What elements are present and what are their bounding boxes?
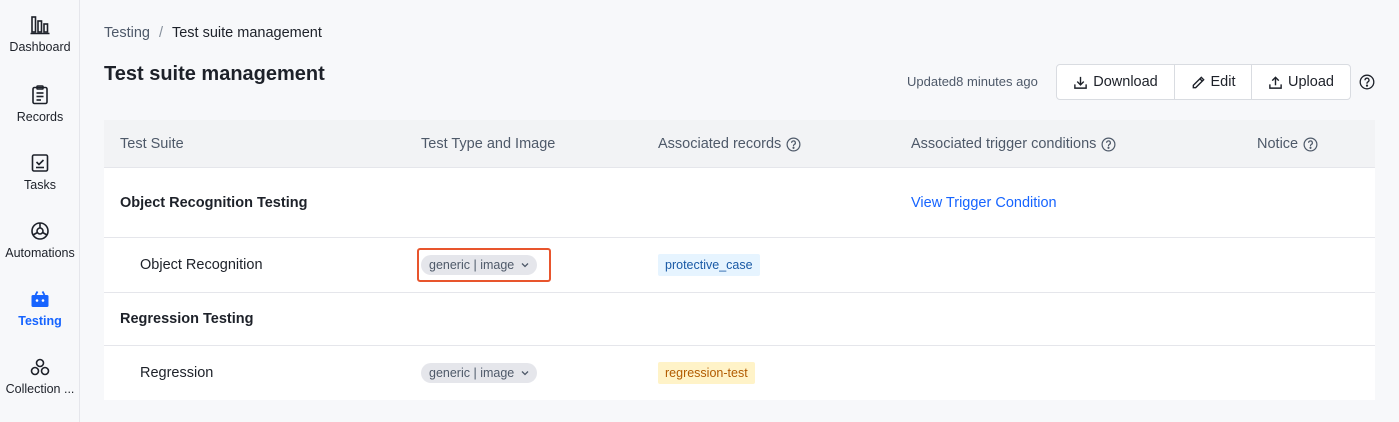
column-header-test-type: Test Type and Image	[421, 136, 556, 152]
view-trigger-condition-link[interactable]: View Trigger Condition	[911, 195, 1057, 211]
chevron-down-icon	[521, 263, 529, 268]
column-header-notice: Notice	[1257, 120, 1318, 168]
collection-icon	[29, 356, 51, 378]
task-checklist-icon	[29, 152, 51, 174]
edit-button-label: Edit	[1210, 74, 1236, 90]
sidebar-item-label: Records	[16, 110, 64, 124]
table-header: Test Suite Test Type and Image Associate…	[104, 120, 1375, 168]
upload-button[interactable]: Upload	[1251, 65, 1350, 99]
toolbar-button-group: Download Edit Upload	[1056, 64, 1351, 100]
download-icon	[1074, 76, 1088, 89]
table-group-row: Object Recognition Testing View Trigger …	[104, 168, 1375, 238]
sidebar-item-label: Tasks	[24, 178, 56, 192]
breadcrumb-current: Test suite management	[171, 25, 322, 41]
help-icon[interactable]	[1303, 137, 1318, 152]
testing-icon	[29, 288, 51, 310]
page-title: Test suite management	[104, 63, 325, 85]
sidebar-item-collection[interactable]: Collection ...	[0, 356, 80, 416]
column-header-test-suite: Test Suite	[120, 136, 184, 152]
edit-button[interactable]: Edit	[1174, 65, 1251, 99]
upload-icon	[1269, 75, 1282, 89]
sidebar-item-label: Collection ...	[5, 382, 75, 396]
upload-button-label: Upload	[1288, 74, 1334, 90]
automation-icon	[29, 220, 51, 242]
help-icon[interactable]	[1359, 74, 1375, 95]
table-group-row: Regression Testing	[104, 293, 1375, 346]
help-icon[interactable]	[786, 137, 801, 152]
sidebar-item-label: Dashboard	[9, 40, 71, 54]
sidebar-item-label: Testing	[18, 314, 62, 328]
group-name: Object Recognition Testing	[120, 194, 308, 211]
breadcrumb-separator: /	[158, 25, 163, 41]
column-header-associated-records: Associated records	[658, 120, 801, 168]
help-icon[interactable]	[1101, 137, 1116, 152]
column-header-trigger-conditions: Associated trigger conditions	[911, 120, 1116, 168]
suite-name: Object Recognition	[140, 257, 263, 273]
clipboard-icon	[29, 84, 51, 106]
test-suite-table: Test Suite Test Type and Image Associate…	[104, 120, 1375, 400]
test-type-dropdown[interactable]: generic | image	[421, 363, 538, 383]
chevron-down-icon	[521, 371, 529, 376]
sidebar-item-testing[interactable]: Testing	[0, 288, 80, 348]
table-row: Regression generic | image regression-te…	[104, 346, 1375, 400]
test-type-dropdown[interactable]: generic | image	[421, 255, 538, 275]
record-tag[interactable]: regression-test	[658, 362, 755, 384]
sidebar-item-dashboard[interactable]: Dashboard	[0, 14, 80, 74]
download-button-label: Download	[1093, 74, 1158, 90]
breadcrumb: Testing / Test suite management	[104, 25, 322, 41]
suite-name: Regression	[140, 365, 214, 381]
sidebar-item-label: Automations	[5, 246, 75, 260]
sidebar-item-tasks[interactable]: Tasks	[0, 152, 80, 212]
group-name: Regression Testing	[120, 311, 254, 327]
download-button[interactable]: Download	[1057, 65, 1174, 99]
record-tag[interactable]: protective_case	[658, 254, 760, 276]
table-row: Object Recognition generic | image prote…	[104, 238, 1375, 293]
sidebar-item-automations[interactable]: Automations	[0, 220, 80, 280]
bar-chart-icon	[29, 14, 51, 36]
sidebar: Dashboard Records Tasks Automations Test…	[0, 0, 80, 422]
breadcrumb-parent-link[interactable]: Testing	[104, 25, 150, 41]
pencil-icon	[1192, 75, 1205, 88]
sidebar-item-records[interactable]: Records	[0, 84, 80, 144]
updated-timestamp: Updated8 minutes ago	[907, 74, 1038, 89]
